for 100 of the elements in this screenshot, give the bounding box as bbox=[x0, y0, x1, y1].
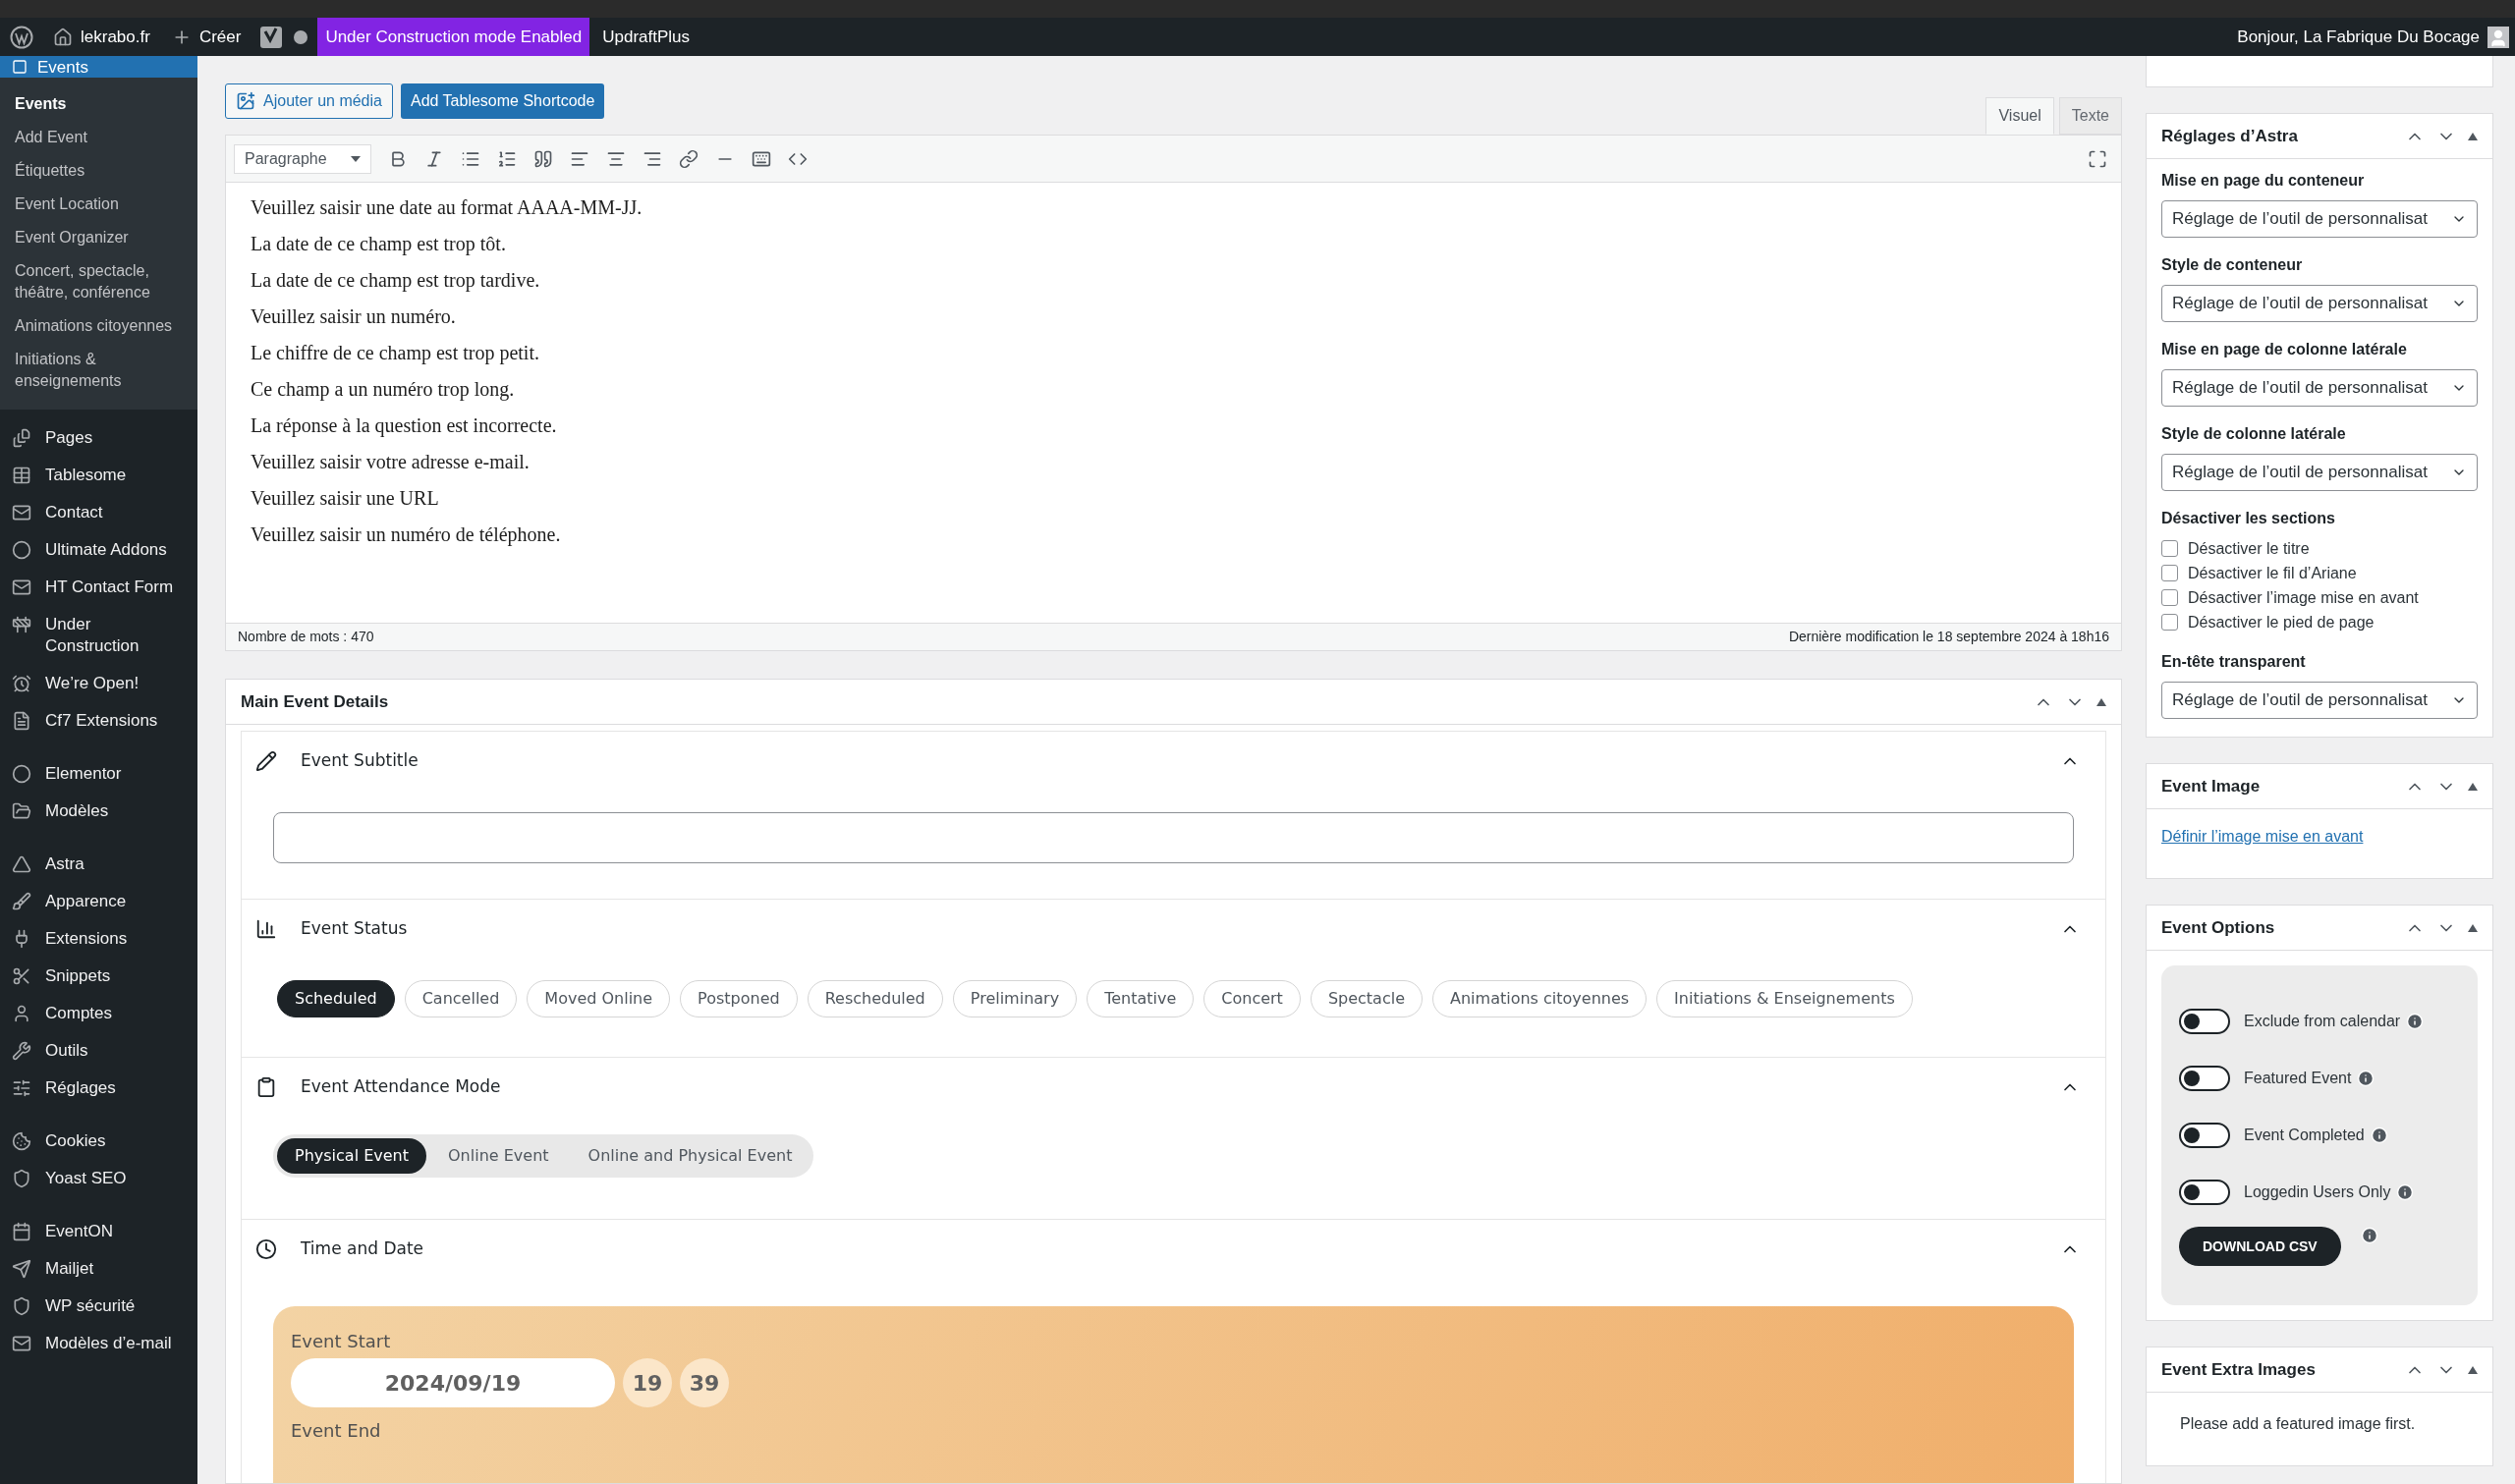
wordpress-logo-icon[interactable] bbox=[10, 25, 33, 49]
collapse-icon[interactable] bbox=[2468, 132, 2478, 140]
info-icon[interactable] bbox=[2370, 1127, 2388, 1144]
menu-item[interactable]: Réglages bbox=[0, 1070, 197, 1107]
menu-item[interactable]: Cookies bbox=[0, 1123, 197, 1160]
checkbox-row[interactable]: Désactiver l’image mise en avant bbox=[2161, 585, 2478, 610]
status-chip[interactable]: Spectacle bbox=[1310, 980, 1423, 1017]
quote-icon[interactable] bbox=[533, 148, 553, 169]
fullscreen-icon[interactable] bbox=[2088, 148, 2107, 169]
editor-tab[interactable]: Texte bbox=[2058, 97, 2122, 135]
format-select[interactable]: Paragraphe bbox=[234, 143, 371, 174]
checkbox[interactable] bbox=[2161, 540, 2178, 557]
menu-item[interactable]: Mailjet bbox=[0, 1250, 197, 1288]
submenu-item[interactable]: Event Location bbox=[0, 188, 197, 221]
tablesome-shortcode-button[interactable]: Add Tablesome Shortcode bbox=[400, 83, 605, 119]
updraftplus-link[interactable]: UpdraftPlus bbox=[589, 18, 703, 56]
info-icon[interactable] bbox=[2357, 1070, 2375, 1087]
info-icon[interactable] bbox=[2406, 1013, 2425, 1030]
status-chip[interactable]: Cancelled bbox=[404, 980, 518, 1017]
status-chip[interactable]: Rescheduled bbox=[807, 980, 943, 1017]
status-chip[interactable]: Preliminary bbox=[952, 980, 1078, 1017]
menu-item[interactable]: Apparence bbox=[0, 883, 197, 920]
date-field[interactable]: 2024/09/19 bbox=[291, 1358, 615, 1407]
submenu-item[interactable]: Concert, spectacle, théâtre, conférence bbox=[0, 254, 197, 309]
menu-item[interactable]: Tablesome bbox=[0, 457, 197, 494]
submenu-item[interactable]: Animations citoyennes bbox=[0, 309, 197, 343]
current-menu-item[interactable]: Events bbox=[0, 56, 197, 78]
add-media-button[interactable]: Ajouter un média bbox=[225, 83, 393, 119]
attendance-option[interactable]: Online Event bbox=[430, 1138, 567, 1174]
attendance-option[interactable]: Online and Physical Event bbox=[570, 1138, 810, 1174]
status-chip[interactable]: Animations citoyennes bbox=[1432, 980, 1648, 1017]
info-icon[interactable] bbox=[2396, 1183, 2415, 1201]
envelope-icon bbox=[12, 577, 31, 597]
status-chip[interactable]: Postponed bbox=[680, 980, 798, 1017]
menu-item[interactable]: WP sécurité bbox=[0, 1288, 197, 1325]
select-field[interactable]: Réglage de l’outil de personnalisat bbox=[2161, 285, 2478, 322]
submenu-item[interactable]: Étiquettes bbox=[0, 154, 197, 188]
menu-item[interactable]: Cf7 Extensions bbox=[0, 702, 197, 740]
download-csv-button[interactable]: DOWNLOAD CSV bbox=[2179, 1227, 2341, 1266]
minute-field[interactable]: 39 bbox=[680, 1358, 729, 1407]
menu-item[interactable]: HT Contact Form bbox=[0, 569, 197, 606]
toggle-switch[interactable] bbox=[2179, 1123, 2230, 1148]
toggle-switch[interactable] bbox=[2179, 1066, 2230, 1091]
menu-item[interactable]: We’re Open! bbox=[0, 665, 197, 702]
menu-item[interactable]: Astra bbox=[0, 846, 197, 883]
checkbox[interactable] bbox=[2161, 614, 2178, 631]
editor-tab[interactable]: Visuel bbox=[1985, 97, 2054, 135]
submenu-item[interactable]: Add Event bbox=[0, 121, 197, 154]
italic-icon[interactable] bbox=[424, 148, 444, 169]
checkbox-row[interactable]: Désactiver le pied de page bbox=[2161, 610, 2478, 634]
menu-item[interactable]: Elementor bbox=[0, 755, 197, 793]
checkbox[interactable] bbox=[2161, 565, 2178, 581]
info-icon[interactable] bbox=[2360, 1227, 2378, 1244]
menu-item[interactable]: Comptes bbox=[0, 995, 197, 1032]
construction-notice[interactable]: Under Construction mode Enabled bbox=[317, 18, 590, 56]
toggle-switch[interactable] bbox=[2179, 1180, 2230, 1205]
attendance-option[interactable]: Physical Event bbox=[277, 1138, 426, 1174]
word-count: Nombre de mots : 470 bbox=[238, 628, 374, 646]
status-chip[interactable]: Moved Online bbox=[527, 980, 671, 1017]
collapse-icon[interactable] bbox=[2468, 1365, 2478, 1374]
clock-icon bbox=[255, 1238, 277, 1260]
toggle-switch[interactable] bbox=[2179, 1009, 2230, 1034]
checkbox[interactable] bbox=[2161, 589, 2178, 606]
menu-item[interactable]: Contact bbox=[0, 494, 197, 531]
menu-item[interactable]: Snippets bbox=[0, 958, 197, 995]
account-link[interactable]: Bonjour, La Fabrique Du Bocage bbox=[2237, 24, 2509, 50]
site-link[interactable]: lekrabo.fr bbox=[53, 24, 150, 50]
hour-field[interactable]: 19 bbox=[623, 1358, 672, 1407]
submenu-item[interactable]: Events bbox=[0, 87, 197, 121]
menu-item[interactable]: Extensions bbox=[0, 920, 197, 958]
select-field[interactable]: Réglage de l’outil de personnalisat bbox=[2161, 682, 2478, 719]
brush-icon bbox=[12, 892, 31, 911]
submenu-item[interactable]: Initiations & enseignements bbox=[0, 343, 197, 398]
user-icon bbox=[12, 1004, 31, 1023]
status-chip[interactable]: Concert bbox=[1203, 980, 1301, 1017]
checkbox-row[interactable]: Désactiver le fil d’Ariane bbox=[2161, 561, 2478, 585]
status-chip[interactable]: Tentative bbox=[1087, 980, 1195, 1017]
set-featured-image-link[interactable]: Définir l’image mise en avant bbox=[2161, 828, 2364, 845]
collapse-icon[interactable] bbox=[2468, 923, 2478, 932]
status-chip[interactable]: Initiations & Enseignements bbox=[1656, 980, 1913, 1017]
menu-item[interactable]: Modèles d’e-mail bbox=[0, 1325, 197, 1362]
create-link[interactable]: Créer bbox=[171, 24, 242, 50]
collapse-icon[interactable] bbox=[2096, 697, 2106, 706]
menu-item[interactable]: EventON bbox=[0, 1213, 197, 1250]
menu-item[interactable]: Ultimate Addons bbox=[0, 531, 197, 569]
subtitle-input[interactable] bbox=[273, 812, 2074, 863]
collapse-icon[interactable] bbox=[2468, 782, 2478, 791]
menu-item[interactable]: Yoast SEO bbox=[0, 1160, 197, 1197]
link-icon[interactable] bbox=[679, 148, 699, 169]
submenu-item[interactable]: Event Organizer bbox=[0, 221, 197, 254]
select-field[interactable]: Réglage de l’outil de personnalisat bbox=[2161, 454, 2478, 491]
select-field[interactable]: Réglage de l’outil de personnalisat bbox=[2161, 369, 2478, 407]
status-chip[interactable]: Scheduled bbox=[277, 980, 395, 1017]
menu-item[interactable]: Pages bbox=[0, 419, 197, 457]
panel-title: Event Extra Images bbox=[2161, 1358, 2316, 1381]
select-field[interactable]: Réglage de l’outil de personnalisat bbox=[2161, 200, 2478, 238]
menu-item[interactable]: Modèles bbox=[0, 793, 197, 830]
menu-item[interactable]: Outils bbox=[0, 1032, 197, 1070]
menu-item[interactable]: Under Construction bbox=[0, 606, 197, 665]
checkbox-row[interactable]: Désactiver le titre bbox=[2161, 536, 2478, 561]
